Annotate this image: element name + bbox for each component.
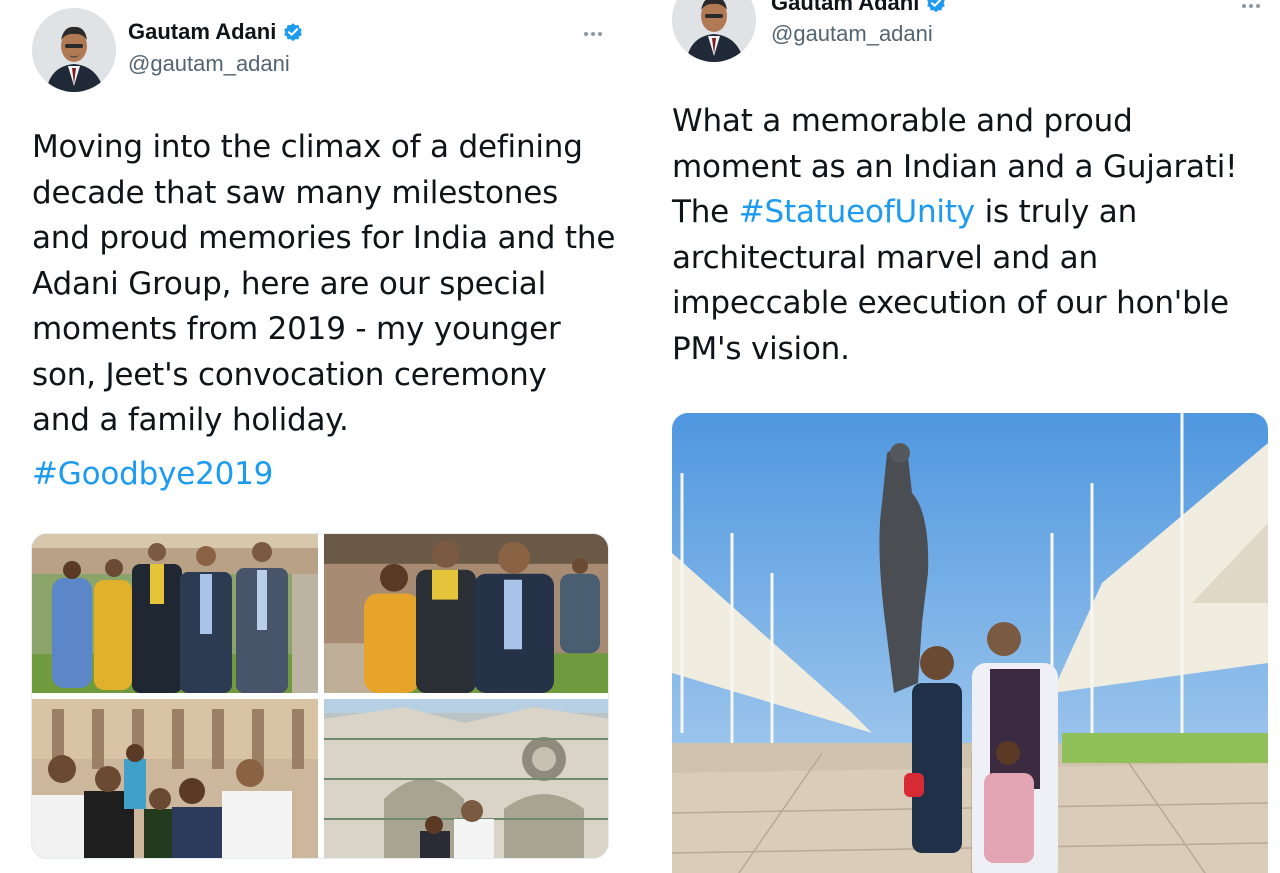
avatar[interactable] [32, 8, 116, 92]
tweet-text-line: PM's vision. [672, 330, 850, 367]
handle[interactable]: @gautam_adani [771, 21, 933, 47]
tweet-text-line: son, Jeet's convocation ceremony [32, 356, 547, 393]
hashtag-link[interactable]: #StatueofUnity [739, 194, 975, 230]
tweet-text-line: moment as an Indian and a Gujarati! [672, 148, 1238, 185]
florence-family-photo[interactable] [32, 699, 318, 858]
hashtag-link[interactable]: #Goodbye2019 [32, 452, 273, 498]
text-fragment: is truly an [974, 194, 1138, 230]
more-options-icon[interactable] [1242, 1, 1266, 11]
tweet-text-line: moments from 2019 - my younger [32, 311, 561, 347]
tweet-text-line: decade that saw many milestones [32, 174, 559, 211]
tweet-text-line: What a memorable and proud [672, 103, 1133, 139]
display-name[interactable]: Gautam Adani [128, 19, 276, 45]
text-fragment: The [672, 194, 739, 230]
tweet-text-line: The #StatueofUnity is truly an [672, 190, 1276, 236]
tweet-text-line: Adani Group, here are our special [32, 265, 547, 302]
convocation-trio-photo[interactable] [324, 534, 608, 693]
tweet-text-line: architectural marvel and an [672, 239, 1098, 276]
name-row: Gautam Adani [771, 0, 947, 16]
tweet-text: Moving into the climax of a defining dec… [32, 125, 622, 444]
convocation-group-photo[interactable] [32, 534, 318, 693]
display-name[interactable]: Gautam Adani [771, 0, 919, 16]
handle[interactable]: @gautam_adani [128, 51, 290, 77]
name-row: Gautam Adani [128, 19, 304, 45]
tweet-text-line: and proud memories for India and the [32, 220, 616, 256]
avatar[interactable] [672, 0, 756, 62]
tweet-text: What a memorable and proud moment as an … [672, 99, 1276, 372]
verified-badge-icon [282, 21, 304, 43]
media-grid [31, 533, 609, 859]
florence-cathedral-photo[interactable] [324, 699, 608, 858]
tweet-text-line: Moving into the climax of a defining [32, 129, 583, 165]
verified-badge-icon [925, 0, 947, 14]
statue-of-unity-family-photo[interactable] [672, 413, 1268, 873]
tweet-left: Gautam Adani @gautam_adani Moving into t… [0, 0, 630, 873]
tweet-text-line: and a family holiday. [32, 402, 349, 438]
tweet-text-line: impeccable execution of our hon'ble [672, 285, 1229, 321]
more-options-icon[interactable] [584, 29, 608, 39]
